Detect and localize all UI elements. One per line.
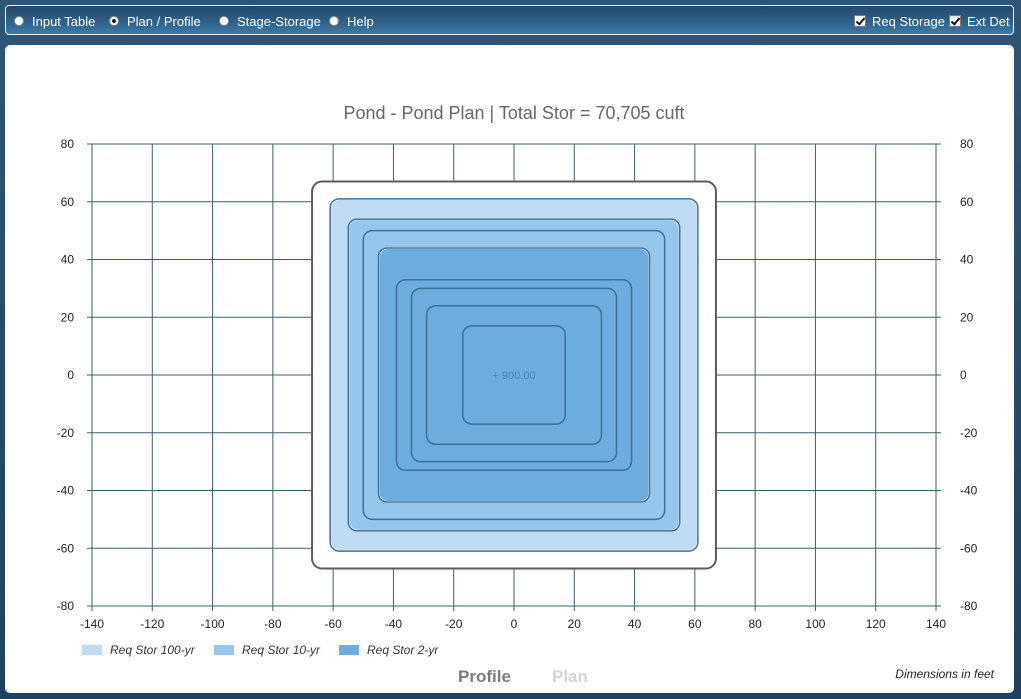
y-tick-label-right: 0: [960, 368, 967, 382]
legend-label: Req Stor 100-yr: [110, 643, 195, 657]
y-tick-label-left: 40: [61, 253, 75, 267]
legend-swatch: [214, 645, 234, 655]
radio-icon[interactable]: [329, 16, 339, 26]
x-tick-label: 40: [628, 617, 642, 631]
pond-plan-chart: Pond - Pond Plan | Total Stor = 70,705 c…: [57, 103, 978, 631]
view-tab-plan[interactable]: Plan: [552, 667, 588, 687]
legend-label: Req Stor 2-yr: [367, 643, 439, 657]
x-tick-label: 20: [568, 617, 582, 631]
x-tick-label: -40: [385, 617, 403, 631]
tab-help[interactable]: Help: [329, 6, 374, 36]
tab-plan-profile-label: Plan / Profile: [127, 13, 201, 29]
req-storage-checkbox[interactable]: Req Storage: [854, 6, 945, 36]
tab-stage-storage-label: Stage-Storage: [237, 13, 321, 29]
x-tick-label: -80: [264, 617, 282, 631]
x-tick-label: 100: [805, 617, 825, 631]
chart-title: Pond - Pond Plan | Total Stor = 70,705 c…: [343, 103, 684, 123]
req-storage-label: Req Storage: [872, 13, 945, 29]
view-tab-profile[interactable]: Profile: [458, 667, 511, 687]
checkbox-checked-icon[interactable]: [854, 15, 866, 27]
y-tick-label-right: -60: [960, 541, 978, 555]
legend-label: Req Stor 10-yr: [242, 643, 321, 657]
x-tick-label: -100: [201, 617, 225, 631]
y-tick-label-left: 80: [61, 137, 75, 151]
tab-help-label: Help: [347, 13, 374, 29]
y-tick-label-right: -20: [960, 426, 978, 440]
x-tick-label: 140: [926, 617, 946, 631]
x-tick-label: 0: [511, 617, 518, 631]
y-tick-label-right: 20: [960, 310, 974, 324]
x-tick-label: -20: [445, 617, 463, 631]
radio-selected-icon[interactable]: [109, 16, 119, 26]
plan-chart-panel: Pond - Pond Plan | Total Stor = 70,705 c…: [5, 45, 1014, 693]
y-tick-label-left: 20: [61, 310, 75, 324]
y-tick-label-right: 40: [960, 253, 974, 267]
legend-req-stor-100yr[interactable]: Req Stor 100-yr: [82, 643, 195, 657]
y-tick-label-left: 0: [67, 368, 74, 382]
x-tick-label: -140: [80, 617, 104, 631]
x-tick-label: -60: [324, 617, 342, 631]
y-tick-label-left: -80: [57, 599, 75, 613]
radio-icon[interactable]: [219, 16, 229, 26]
y-tick-label-left: -40: [57, 484, 75, 498]
tab-plan-profile[interactable]: Plan / Profile: [109, 6, 201, 36]
radio-icon[interactable]: [14, 16, 24, 26]
legend-swatch: [82, 645, 102, 655]
tab-input-table[interactable]: Input Table: [14, 6, 95, 36]
checkbox-checked-icon[interactable]: [949, 15, 961, 27]
legend-req-stor-10yr[interactable]: Req Stor 10-yr: [214, 643, 320, 657]
ext-det-checkbox[interactable]: Ext Det: [949, 6, 1010, 36]
tab-stage-storage[interactable]: Stage-Storage: [219, 6, 321, 36]
tab-input-table-label: Input Table: [32, 13, 96, 29]
ext-det-label: Ext Det: [967, 13, 1010, 29]
legend-req-stor-2yr[interactable]: Req Stor 2-yr: [339, 643, 438, 657]
y-tick-label-right: 80: [960, 137, 974, 151]
dimensions-note: Dimensions in feet: [895, 667, 994, 681]
legend-swatch: [339, 645, 359, 655]
x-tick-label: 80: [748, 617, 762, 631]
y-tick-label-right: 60: [960, 195, 974, 209]
y-tick-label-left: 60: [61, 195, 75, 209]
y-tick-label-right: -80: [960, 599, 978, 613]
x-tick-label: -120: [140, 617, 164, 631]
y-tick-label-left: -20: [57, 426, 75, 440]
y-tick-label-right: -40: [960, 484, 978, 498]
x-tick-label: 120: [866, 617, 886, 631]
x-tick-label: 60: [688, 617, 702, 631]
spot-elevation-label: + 900.00: [492, 370, 535, 382]
y-tick-label-left: -60: [57, 541, 75, 555]
top-toolbar: Input Table Plan / Profile Stage-Storage…: [5, 5, 1014, 35]
